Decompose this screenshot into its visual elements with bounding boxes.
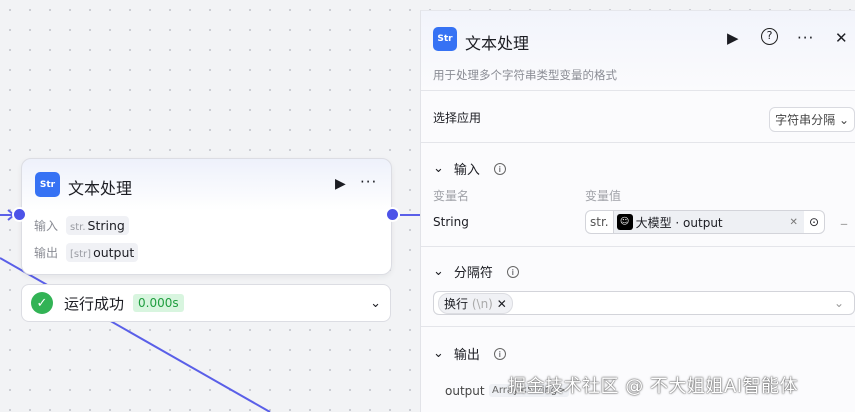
output-value: output <box>93 245 135 260</box>
panel-title: 文本处理 <box>465 34 530 53</box>
play-icon[interactable]: ▶ <box>727 29 739 47</box>
remove-tag-icon[interactable]: ✕ <box>497 297 507 311</box>
input-section-header[interactable]: ⌄ 输入 i <box>433 159 506 178</box>
select-app-label: 选择应用 <box>433 111 482 125</box>
chevron-down-icon[interactable]: ⌄ <box>370 296 381 311</box>
chevron-down-icon: ⌄ <box>433 346 444 361</box>
type-tag: str. <box>70 222 86 233</box>
node-settings-panel: Str 文本处理 ▶ ? ··· ✕ 用于处理多个字符串类型变量的格式 选择应用… <box>420 10 855 412</box>
watermark: 掘金技术社区 @ 不大姐姐AI智能体 <box>508 376 799 397</box>
section-title: 输入 <box>453 163 480 178</box>
edge-line <box>0 257 271 412</box>
play-icon[interactable]: ▶ <box>335 176 346 192</box>
separator-select[interactable]: 换行 (\n) ✕ ⌄ <box>433 291 855 315</box>
input-chip: str. String <box>66 216 129 235</box>
output-label: 输出 <box>34 246 59 260</box>
str-plugin-icon: Str <box>35 172 60 197</box>
info-icon[interactable]: i <box>493 347 506 360</box>
var-value-input[interactable]: str. ☺ 大模型 · output ✕ ⊙ <box>585 210 825 234</box>
type-tag: [str] <box>70 249 92 260</box>
select-value: 字符串分隔 <box>775 113 836 127</box>
panel-description: 用于处理多个字符串类型变量的格式 <box>433 68 617 82</box>
col-name-header: 变量名 <box>433 189 470 203</box>
str-plugin-icon: Str <box>433 27 457 51</box>
info-icon[interactable]: i <box>493 162 506 175</box>
separator-section-header[interactable]: ⌄ 分隔符 i <box>433 262 519 281</box>
col-value-header: 变量值 <box>585 189 622 203</box>
var-ref: 大模型 · output <box>635 215 723 230</box>
separator-tag: 换行 (\n) ✕ <box>438 292 513 314</box>
target-icon[interactable]: ⊙ <box>804 215 824 229</box>
node-title: 文本处理 <box>68 179 133 198</box>
input-port[interactable] <box>12 207 27 222</box>
status-text: 运行成功 <box>64 294 125 313</box>
output-port[interactable] <box>385 207 400 222</box>
close-icon[interactable]: ✕ <box>835 29 848 47</box>
more-icon[interactable]: ··· <box>797 29 814 47</box>
app-select[interactable]: 字符串分隔 ⌄ <box>769 107 855 132</box>
section-title: 输出 <box>453 348 480 363</box>
help-icon[interactable]: ? <box>761 28 778 45</box>
chevron-down-icon: ⌄ <box>433 161 444 176</box>
separator-section <box>421 247 855 327</box>
output-name: output <box>445 384 485 398</box>
more-icon[interactable]: ··· <box>360 173 377 191</box>
check-circle-icon: ✓ <box>31 292 53 314</box>
section-title: 分隔符 <box>453 266 493 281</box>
run-time-badge: 0.000s <box>133 294 184 312</box>
chevron-down-icon: ⌄ <box>433 264 444 279</box>
panel-header: Str 文本处理 ▶ ? ··· ✕ 用于处理多个字符串类型变量的格式 <box>421 11 855 91</box>
node-output-row: 输出 [str] output <box>34 243 139 262</box>
input-label: 输入 <box>34 219 59 233</box>
tag-hint: (\n) <box>471 296 493 311</box>
info-icon[interactable]: i <box>506 265 519 278</box>
tag-label: 换行 <box>444 296 469 311</box>
llm-bot-icon: ☺ <box>616 214 633 230</box>
output-chip: [str] output <box>66 243 139 262</box>
run-status-bar[interactable]: ✓ 运行成功 0.000s ⌄ <box>21 284 391 322</box>
input-value: String <box>87 218 125 233</box>
type-tag: str. <box>586 211 614 233</box>
node-input-row: 输入 str. String <box>34 216 129 235</box>
chevron-down-icon: ⌄ <box>838 113 849 127</box>
chevron-down-icon: ⌄ <box>833 296 844 310</box>
text-process-node[interactable]: Str 文本处理 ▶ ··· 输入 str. String 输出 [str] out… <box>21 158 392 275</box>
var-name: String <box>433 215 469 229</box>
output-section-header[interactable]: ⌄ 输出 i <box>433 344 506 363</box>
clear-icon[interactable]: ✕ <box>790 217 798 228</box>
remove-icon[interactable]: – <box>840 214 848 233</box>
